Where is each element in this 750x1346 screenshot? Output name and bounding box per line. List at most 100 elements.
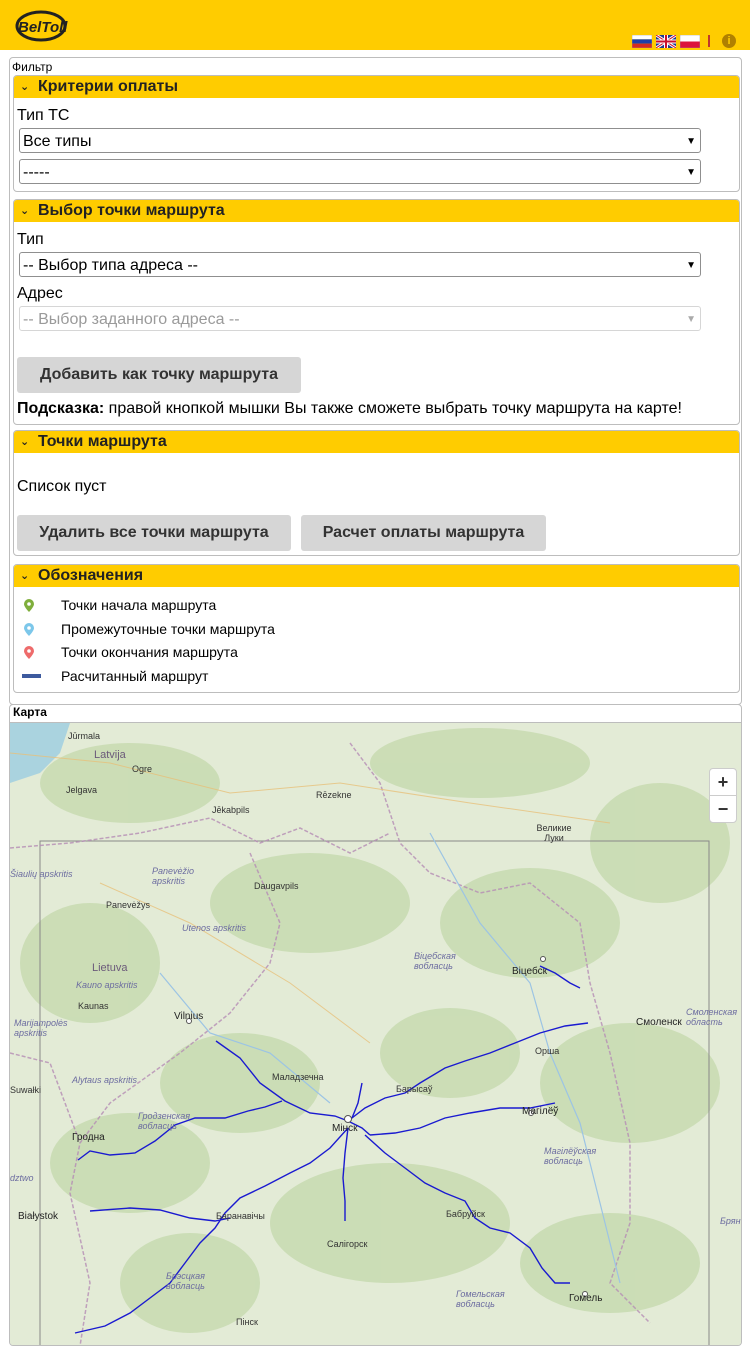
route-points-section: ⌄ Точки маршрута Список пуст Удалить все… <box>13 430 740 556</box>
map-label-rezekne: Rēzekne <box>316 790 352 800</box>
legend-item-intermediate: Промежуточные точки маршрута <box>22 621 275 637</box>
chevron-down-icon: ⌄ <box>20 205 30 217</box>
address-value: -- Выбор заданного адреса -- <box>23 311 240 328</box>
map-label-dztwo: dztwo <box>10 1173 34 1183</box>
map-label-jekabpils: Jēkabpils <box>212 805 250 815</box>
map-label-marijampoles: Marijampolės apskritis <box>14 1018 68 1038</box>
map-label-mahileu-obl: Магілёўская вобласць <box>544 1146 597 1166</box>
vehicle-type-select[interactable]: Все типы ▼ <box>19 128 701 153</box>
language-separator <box>708 35 710 47</box>
end-marker-icon <box>24 646 34 659</box>
info-icon[interactable]: i <box>722 34 736 48</box>
map-label-vitebsk: Віцебск <box>512 966 547 977</box>
map-background <box>10 723 741 1345</box>
address-select[interactable]: -- Выбор заданного адреса -- ▼ <box>19 306 701 331</box>
map-label-brest-obl: Брэсцкая вобласць <box>166 1271 205 1291</box>
route-points-empty: Список пуст <box>17 478 107 495</box>
map-label-suwalki: Suwałki <box>10 1085 42 1095</box>
map-panel: Карта + − Jūrmala Latvija Ogre Jelgava R… <box>9 704 742 1346</box>
app-header: BelToll i <box>0 0 750 50</box>
map-label-babruisk: Бабруйск <box>446 1209 485 1219</box>
map-label-latvija: Latvija <box>94 749 126 761</box>
map-label-siauliu: Šiaulių apskritis <box>10 869 73 879</box>
map-label-hrodna-obl: Гродзенская вобласць <box>138 1111 191 1131</box>
legend-section: ⌄ Обозначения Точки начала маршрута Пром… <box>13 564 740 693</box>
chevron-down-icon: ⌄ <box>20 436 30 448</box>
map-label-utenos: Utenos apskritis <box>182 923 247 933</box>
map-label-salihorsk: Салігорск <box>327 1239 368 1249</box>
vehicle-subtype-select[interactable]: ----- ▼ <box>19 159 701 184</box>
route-points-header[interactable]: ⌄ Точки маршрута <box>14 431 739 453</box>
add-route-point-button[interactable]: Добавить как точку маршрута <box>17 357 301 393</box>
vehicle-type-value: Все типы <box>23 133 92 150</box>
delete-all-points-button[interactable]: Удалить все точки маршрута <box>17 515 291 551</box>
route-points-title: Точки маршрута <box>38 433 167 450</box>
map-label-smolensk-obl: Смоленская область <box>686 1007 738 1027</box>
address-type-value: -- Выбор типа адреса -- <box>23 257 198 274</box>
map-label-orsha: Орша <box>535 1046 560 1056</box>
map-label-velikie-luki: Великие Луки <box>536 823 572 843</box>
chevron-down-icon: ▼ <box>686 167 696 178</box>
legend-item-route: Расчитанный маршрут <box>22 668 208 684</box>
payment-criteria-section: ⌄ Критерии оплаты Тип ТС Все типы ▼ ----… <box>13 75 740 192</box>
hint-body: правой кнопкой мышки Вы также сможете вы… <box>104 400 682 417</box>
payment-criteria-title: Критерии оплаты <box>38 78 178 95</box>
flag-pl-icon[interactable] <box>680 34 700 48</box>
intermediate-marker-icon <box>24 623 34 636</box>
language-switcher: i <box>632 34 736 48</box>
map-label-minsk: Мінск <box>332 1123 358 1134</box>
map-label-alytaus: Alytaus apskritis <box>72 1075 138 1085</box>
chevron-down-icon: ⌄ <box>20 81 30 93</box>
hint-bold: Подсказка: <box>17 400 105 417</box>
map-label-bryansk: Брян <box>720 1216 741 1226</box>
map-label-vilnius: Vilnius <box>174 1011 204 1022</box>
map-label-kauno: Kauno apskritis <box>76 980 138 990</box>
chevron-down-icon: ▼ <box>686 136 696 147</box>
vehicle-subtype-value: ----- <box>23 164 50 181</box>
map-label-jurmala: Jūrmala <box>68 731 101 741</box>
zoom-in-button[interactable]: + <box>710 769 736 795</box>
chevron-down-icon: ▼ <box>686 260 696 271</box>
map-label-jelgava: Jelgava <box>66 785 98 795</box>
legend-item-end: Точки окончания маршрута <box>22 644 238 660</box>
route-point-select-header[interactable]: ⌄ Выбор точки маршрута <box>14 200 739 222</box>
map-label-vitebsk-obl: Віцебская вобласць <box>414 951 456 971</box>
chevron-down-icon: ▼ <box>686 314 696 325</box>
flag-gb-icon[interactable] <box>656 34 676 48</box>
map-label-panevezys: Panevėžys <box>106 900 151 910</box>
legend-item-label: Точки окончания маршрута <box>61 644 238 660</box>
legend-title: Обозначения <box>38 567 144 584</box>
map-label-bialystok: Białystok <box>18 1211 59 1222</box>
payment-criteria-header[interactable]: ⌄ Критерии оплаты <box>14 76 739 98</box>
start-marker-icon <box>24 599 34 612</box>
flag-ru-icon[interactable] <box>632 34 652 48</box>
map-label-lietuva: Lietuva <box>92 962 128 974</box>
map-label-maladzechna: Маладзечна <box>272 1072 324 1082</box>
legend-header[interactable]: ⌄ Обозначения <box>14 565 739 587</box>
filter-legend: Фильтр <box>12 60 53 74</box>
route-point-select-title: Выбор точки маршрута <box>38 202 225 219</box>
calculate-payment-button[interactable]: Расчет оплаты маршрута <box>301 515 546 551</box>
route-point-select-section: ⌄ Выбор точки маршрута Тип -- Выбор типа… <box>13 199 740 425</box>
map-label-homel: Гомель <box>569 1293 603 1304</box>
legend-item-start: Точки начала маршрута <box>22 597 216 613</box>
zoom-out-button[interactable]: − <box>710 795 736 822</box>
map-canvas[interactable]: + − Jūrmala Latvija Ogre Jelgava Rēzekne… <box>10 722 741 1345</box>
chevron-down-icon: ⌄ <box>20 570 30 582</box>
hint-text: Подсказка: правой кнопкой мышки Вы также… <box>17 400 682 418</box>
map-label-mahileu: Магілёў <box>522 1106 559 1117</box>
beltoll-logo[interactable]: BelToll <box>14 10 68 42</box>
zoom-control: + − <box>709 768 737 823</box>
map-label-smolensk: Смоленск <box>636 1017 682 1028</box>
svg-text:BelToll: BelToll <box>18 19 68 36</box>
address-type-label: Тип <box>17 231 44 248</box>
legend-item-label: Расчитанный маршрут <box>61 668 209 684</box>
map-label-barysau: Барысаў <box>396 1084 433 1094</box>
map-label-kaunas: Kaunas <box>78 1001 109 1011</box>
route-line-icon <box>22 674 41 678</box>
legend-item-label: Промежуточные точки маршрута <box>61 621 275 637</box>
legend-item-label: Точки начала маршрута <box>61 597 217 613</box>
address-label: Адрес <box>17 285 63 302</box>
map-label-baranavichy: Баранавічы <box>216 1211 265 1221</box>
address-type-select[interactable]: -- Выбор типа адреса -- ▼ <box>19 252 701 277</box>
